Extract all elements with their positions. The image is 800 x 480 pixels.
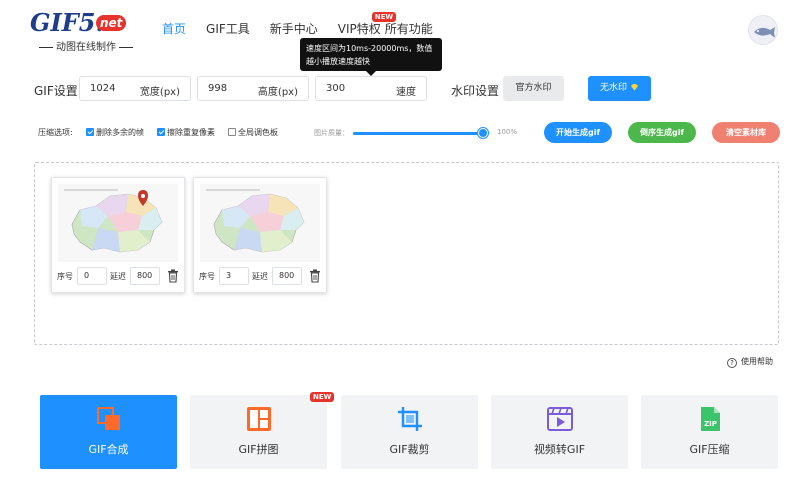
nav-vip-label: VIP特权 xyxy=(337,22,381,36)
speed-tooltip: 速度区间为10ms-20000ms，数值越小播放速度越快 xyxy=(300,38,442,76)
frame-controls: 序号 0 延迟 800 xyxy=(57,267,181,286)
index-label: 序号 xyxy=(57,272,73,281)
tool-gif-crop[interactable]: GIF裁剪 xyxy=(341,395,478,469)
new-badge: NEW xyxy=(310,392,335,402)
quality-value: 100% xyxy=(497,128,518,136)
logo-net-badge: net xyxy=(96,15,127,31)
no-watermark-button[interactable]: 无水印 xyxy=(588,76,651,101)
no-watermark-label: 无水印 xyxy=(600,83,628,93)
frame-index-input[interactable]: 3 xyxy=(219,267,249,285)
crop-icon xyxy=(398,407,422,431)
quality-slider-handle[interactable] xyxy=(478,128,488,138)
diamond-icon xyxy=(630,84,638,91)
svg-text:ZIP: ZIP xyxy=(704,420,717,428)
checkbox-label: 擦除重复像素 xyxy=(167,128,215,137)
tool-gif-compress[interactable]: ZIP GIF压缩 xyxy=(641,395,778,469)
checkbox-label: 删除多余的帧 xyxy=(96,128,144,137)
tool-label: GIF压缩 xyxy=(689,443,730,456)
checkbox-checked-icon xyxy=(157,128,165,136)
frames-drop-area[interactable]: 序号 0 延迟 800 序号 3 延迟 800 xyxy=(34,162,779,345)
checkbox-label: 全局调色板 xyxy=(238,128,278,137)
logo[interactable]: GIF5. net 动图在线制作 xyxy=(30,8,133,53)
frame-thumbnail[interactable] xyxy=(58,184,178,262)
width-unit: 宽度(px) xyxy=(139,87,180,98)
height-field[interactable]: 998 高度(px) xyxy=(197,76,309,101)
zip-icon: ZIP xyxy=(701,407,720,431)
compression-label: 压缩选项: xyxy=(38,128,73,137)
erase-duplicate-pixels-checkbox[interactable]: 擦除重复像素 xyxy=(157,127,215,138)
video-icon xyxy=(547,407,573,431)
nav-vip[interactable]: VIP特权 NEW xyxy=(337,12,397,37)
avatar[interactable] xyxy=(748,15,778,45)
width-value: 1024 xyxy=(90,83,116,94)
map-thumbnail-image xyxy=(58,184,178,262)
trash-icon[interactable] xyxy=(167,269,179,283)
nav-home[interactable]: 首页 xyxy=(162,20,186,37)
delay-label: 延迟 xyxy=(110,272,126,281)
question-icon: ? xyxy=(727,358,737,368)
fish-avatar-icon xyxy=(754,27,775,38)
nav-gif-tools[interactable]: GIF工具 xyxy=(206,20,250,37)
tool-gif-collage[interactable]: NEW GIF拼图 xyxy=(190,392,335,469)
tool-label: GIF拼图 xyxy=(238,443,279,456)
logo-text: GIF5. xyxy=(30,8,104,37)
frame-card[interactable]: 序号 3 延迟 800 xyxy=(193,177,327,293)
logo-subtitle: 动图在线制作 xyxy=(36,38,136,53)
tool-video-to-gif[interactable]: 视频转GIF xyxy=(491,395,628,469)
help-label: 使用帮助 xyxy=(741,357,773,366)
tool-label: GIF裁剪 xyxy=(389,443,430,456)
height-unit: 高度(px) xyxy=(257,87,298,98)
generate-gif-button[interactable]: 开始生成gif xyxy=(544,122,612,143)
frame-delay-input[interactable]: 800 xyxy=(130,267,160,285)
speed-field[interactable]: 300 速度 xyxy=(315,76,427,101)
quality-slider-track[interactable] xyxy=(353,132,485,135)
official-watermark-button[interactable]: 官方水印 xyxy=(503,76,564,101)
height-value: 998 xyxy=(208,83,228,94)
tool-label: GIF合成 xyxy=(88,443,129,456)
reverse-generate-gif-button[interactable]: 倒序生成gif xyxy=(628,122,696,143)
frame-card[interactable]: 序号 0 延迟 800 xyxy=(51,177,185,293)
checkbox-checked-icon xyxy=(86,128,94,136)
speed-value: 300 xyxy=(326,83,346,94)
checkbox-unchecked-icon xyxy=(228,128,236,136)
compression-row: 压缩选项: 删除多余的帧 擦除重复像素 全局调色板 图片质量： 100% 开始生… xyxy=(0,122,800,144)
remove-extra-frames-checkbox[interactable]: 删除多余的帧 xyxy=(86,127,144,138)
merge-icon xyxy=(97,407,120,430)
frame-controls: 序号 3 延迟 800 xyxy=(199,267,323,286)
watermark-label: 水印设置 xyxy=(451,84,500,98)
tool-label: 视频转GIF xyxy=(533,443,586,456)
frame-delay-input[interactable]: 800 xyxy=(272,267,302,285)
tool-gif-merge[interactable]: GIF合成 xyxy=(40,395,177,469)
width-field[interactable]: 1024 宽度(px) xyxy=(79,76,191,101)
speed-unit: 速度 xyxy=(396,87,416,98)
collage-icon xyxy=(247,407,271,431)
frame-thumbnail[interactable] xyxy=(200,184,320,262)
trash-icon[interactable] xyxy=(309,269,321,283)
help-link[interactable]: ? 使用帮助 xyxy=(727,356,773,368)
main-nav: 首页 GIF工具 新手中心 VIP特权 NEW 所有功能 xyxy=(162,12,453,37)
frame-index-input[interactable]: 0 xyxy=(77,267,107,285)
global-palette-checkbox[interactable]: 全局调色板 xyxy=(228,127,278,138)
index-label: 序号 xyxy=(199,272,215,281)
gif-settings-row: GIF设置： 1024 宽度(px) 998 高度(px) 300 速度 水印设… xyxy=(0,76,800,102)
map-thumbnail-image xyxy=(200,184,320,262)
quality-label: 图片质量： xyxy=(314,129,349,137)
nav-all-features[interactable]: 所有功能 xyxy=(385,20,433,37)
clear-library-button[interactable]: 清空素材库 xyxy=(712,122,780,143)
delay-label: 延迟 xyxy=(252,272,268,281)
nav-beginner-center[interactable]: 新手中心 xyxy=(270,20,318,37)
